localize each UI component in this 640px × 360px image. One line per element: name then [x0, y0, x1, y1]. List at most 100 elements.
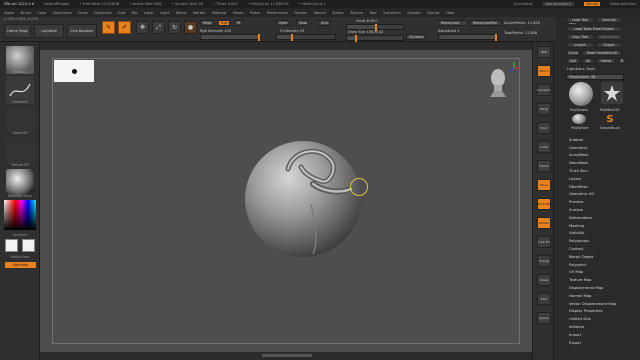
- draw-mode-button[interactable]: ✐: [118, 21, 131, 34]
- shelf-xpose-button[interactable]: Xpose: [537, 312, 551, 324]
- simplebrush-icon[interactable]: S: [603, 112, 617, 126]
- save-as-button[interactable]: Save As: [596, 17, 622, 23]
- menu-file[interactable]: File: [131, 11, 137, 15]
- load-tools-from-project-button[interactable]: Load Tools From Project: [566, 26, 622, 32]
- subpalette-visibility[interactable]: Visibility: [568, 230, 638, 238]
- menu-render[interactable]: Render: [294, 11, 307, 15]
- rgb-button[interactable]: Rgb: [218, 20, 230, 26]
- subpalette-vector-displacement-map[interactable]: Vector Displacement Map: [568, 300, 638, 308]
- subpalette-preview[interactable]: Preview: [568, 198, 638, 206]
- axis-gizmo-icon[interactable]: [507, 61, 521, 75]
- menu-stroke[interactable]: Stroke: [332, 11, 343, 15]
- subpalette-initialize[interactable]: Initialize: [568, 323, 638, 331]
- secondary-color-swatch[interactable]: [22, 239, 35, 252]
- subpalette-unified-skin[interactable]: Unified Skin: [568, 315, 638, 323]
- all-button[interactable]: All: [582, 58, 594, 64]
- main-color-swatch[interactable]: [5, 239, 18, 252]
- menu-edit[interactable]: Edit: [118, 11, 125, 15]
- shelf-bpr-button[interactable]: BPR: [537, 46, 551, 58]
- color-picker[interactable]: [4, 200, 36, 230]
- subpalette-subtool[interactable]: Subtool: [568, 136, 638, 144]
- export-button[interactable]: Export: [596, 42, 622, 48]
- shelf-local-button[interactable]: Local: [537, 141, 551, 153]
- menu-alpha[interactable]: Alpha: [4, 11, 14, 15]
- subpalette-nanomesh[interactable]: NanoMesh: [568, 159, 638, 167]
- subpalette-uv-map[interactable]: UV Map: [568, 269, 638, 277]
- subpalette-displacement-map[interactable]: Displacement Map: [568, 284, 638, 292]
- polysphere-tool-thumb[interactable]: [569, 82, 593, 106]
- subpalette-surface[interactable]: Surface: [568, 206, 638, 214]
- subpalette-fibermesh[interactable]: FiberMesh: [568, 183, 638, 191]
- subpalette-import[interactable]: Import: [568, 331, 638, 339]
- home-page-button[interactable]: Home Page: [4, 24, 31, 38]
- shelf-move-button[interactable]: Move: [537, 179, 551, 191]
- menu-dynamics[interactable]: Dynamics: [94, 11, 112, 15]
- material-thumbnail[interactable]: [6, 169, 34, 197]
- scale-mode-button[interactable]: ⤢: [152, 21, 165, 34]
- subpalette-polypaint[interactable]: Polypaint: [568, 261, 638, 269]
- live-boolean-button[interactable]: Live Boolean: [67, 24, 97, 38]
- menu-brush[interactable]: Brush: [21, 11, 31, 15]
- menu-layer[interactable]: Layer: [144, 11, 154, 15]
- rgb-intensity-slider[interactable]: [200, 34, 260, 41]
- menu-picker[interactable]: Picker: [250, 11, 261, 15]
- quicksave-button[interactable]: QuickSave: [514, 2, 533, 6]
- menu-draw[interactable]: Draw: [78, 11, 87, 15]
- menu-zplugin[interactable]: Zplugin: [407, 11, 421, 15]
- menu-transform[interactable]: Transform: [383, 11, 401, 15]
- texture-thumbnail[interactable]: [6, 137, 34, 165]
- menu-marker[interactable]: Marker: [193, 11, 205, 15]
- subpalette-thick-skin[interactable]: Thick Skin: [568, 167, 638, 175]
- switchcolor-label[interactable]: SwitchColor: [2, 255, 38, 259]
- replay-last-rel-button[interactable]: ReplayLastRel: [470, 20, 502, 26]
- material-swatch-button[interactable]: ●: [184, 21, 197, 34]
- default-zscript-button[interactable]: DefaultZScript: [610, 2, 636, 6]
- zadd-button[interactable]: Zadd: [276, 20, 288, 26]
- menu-tool[interactable]: Tool: [370, 11, 377, 15]
- lightbox-button[interactable]: LightBox: [34, 24, 64, 38]
- subpalette-polygroups[interactable]: Polygroups: [568, 237, 638, 245]
- dynamic-button[interactable]: Dynamic: [406, 34, 426, 40]
- menu-preferences[interactable]: Preferences: [267, 11, 288, 15]
- lightbox-tools-label[interactable]: Lightbox ▸ Tools: [567, 67, 595, 71]
- shelf-rotate-button[interactable]: Rotate: [537, 217, 551, 229]
- z-intensity-slider[interactable]: [276, 34, 336, 41]
- menu-help[interactable]: Help: [446, 11, 454, 15]
- make-polymesh3d-button[interactable]: Make PolyMesh3D: [582, 50, 622, 56]
- clone-button[interactable]: Clone: [566, 50, 580, 56]
- shelf-spix-3-button[interactable]: SPix 3: [537, 65, 551, 77]
- menu-material[interactable]: Material: [212, 11, 227, 15]
- mrgb-button[interactable]: Mrgb: [200, 20, 214, 26]
- subpalette-normal-map[interactable]: Normal Map: [568, 292, 638, 300]
- shelf-persp-button[interactable]: Persp: [537, 103, 551, 115]
- shelf-dynamic-button[interactable]: Dynamic: [537, 84, 551, 96]
- visible-button[interactable]: Visible: [596, 58, 616, 64]
- r-button[interactable]: R: [618, 58, 626, 64]
- move-mode-button[interactable]: ✥: [136, 21, 149, 34]
- navigation-head[interactable]: [487, 67, 509, 97]
- draw-size-slider[interactable]: [346, 35, 404, 42]
- subpalette-contact[interactable]: Contact: [568, 245, 638, 253]
- shelf-solo-button[interactable]: Solo: [537, 293, 551, 305]
- shelf-transp-button[interactable]: Transp: [537, 255, 551, 267]
- subpalette-layers[interactable]: Layers: [568, 175, 638, 183]
- adjust-last-slider[interactable]: [438, 34, 498, 41]
- zsub-button[interactable]: Zsub: [296, 20, 308, 26]
- alpha-thumbnail[interactable]: [6, 106, 34, 134]
- alternate-button[interactable]: Alternate: [5, 262, 36, 268]
- polysphere-slider[interactable]: PolySphere. 48: [566, 74, 624, 80]
- subpalette-texture-map[interactable]: Texture Map: [568, 276, 638, 284]
- polysphere-mini-thumb[interactable]: [572, 114, 586, 124]
- menu-document[interactable]: Document: [53, 11, 72, 15]
- subpalette-arraymesh[interactable]: ArrayMesh: [568, 152, 638, 160]
- menu-movie[interactable]: Movie: [233, 11, 244, 15]
- subpalette-display-properties[interactable]: Display Properties: [568, 308, 638, 316]
- menu-zscript[interactable]: Zscript: [427, 11, 439, 15]
- shelf-zoom3d-button[interactable]: Zoom3D: [537, 198, 551, 210]
- subpalette-morph-target[interactable]: Morph Target: [568, 253, 638, 261]
- menu-light[interactable]: Light: [160, 11, 169, 15]
- menu-color[interactable]: Color: [37, 11, 46, 15]
- shelf-frame-button[interactable]: Frame: [537, 160, 551, 172]
- rotate-mode-button[interactable]: ↻: [168, 21, 181, 34]
- menus-button[interactable]: Menus: [584, 2, 600, 6]
